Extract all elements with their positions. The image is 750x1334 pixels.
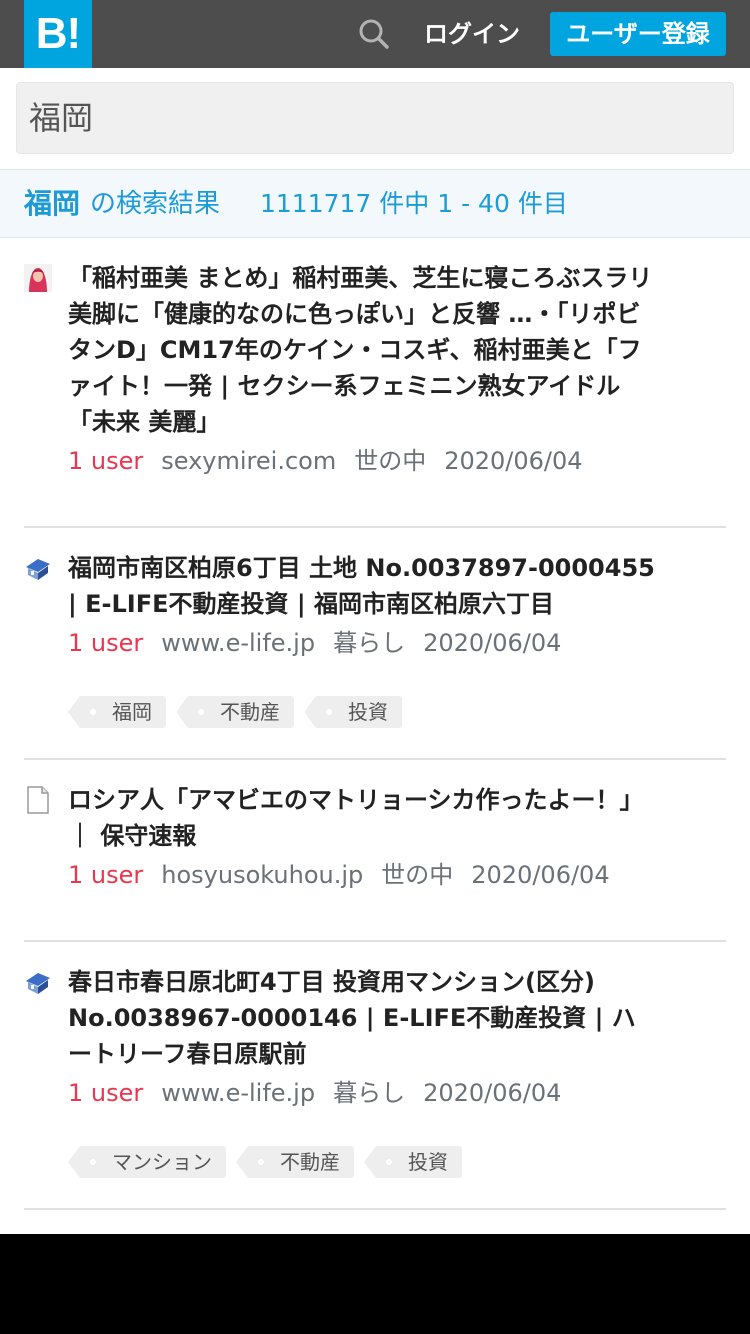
entry-category[interactable]: 世の中 [381, 861, 453, 889]
entry-domain[interactable]: hosyusokuhou.jp [161, 861, 363, 889]
entry-date: 2020/06/04 [471, 861, 610, 889]
entry-date: 2020/06/04 [444, 447, 583, 475]
house-icon [24, 968, 52, 996]
top-header: B! ログイン ユーザー登録 [0, 0, 750, 68]
entry-users[interactable]: 1 user [68, 1079, 143, 1107]
login-link[interactable]: ログイン [424, 18, 520, 50]
entry-item: 春日市春日原北町4丁目 投資用マンション(区分) No.0038967-0000… [24, 942, 726, 1210]
entry-domain[interactable]: sexymirei.com [161, 447, 336, 475]
entry-category[interactable]: 暮らし [333, 629, 405, 657]
entry-users[interactable]: 1 user [68, 861, 143, 889]
entry-title[interactable]: ロシア人「アマビエのマトリョーシカ作ったよー！」 ｜ 保守速報 [68, 782, 658, 854]
document-icon [24, 786, 52, 814]
entry-meta: 1 user hosyusokuhou.jp 世の中 2020/06/04 [68, 859, 610, 891]
entry-date: 2020/06/04 [423, 1079, 562, 1107]
entry-title[interactable]: 福岡市南区柏原6丁目 土地 No.0037897-0000455 | E-LIF… [68, 550, 658, 622]
search-query-label: 福岡 [24, 187, 81, 220]
entry-users[interactable]: 1 user [68, 447, 143, 475]
entry-category[interactable]: 暮らし [333, 1079, 405, 1107]
tag[interactable]: マンション [68, 1146, 226, 1178]
entry-tags: マンション 不動産 投資 [68, 1146, 472, 1178]
entry-date: 2020/06/04 [423, 629, 562, 657]
entry-meta: 1 user www.e-life.jp 暮らし 2020/06/04 [68, 627, 561, 659]
entry-item: 福岡市南区柏原6丁目 土地 No.0037897-0000455 | E-LIF… [24, 528, 726, 760]
tag[interactable]: 福岡 [68, 696, 166, 728]
portrait-icon [24, 264, 52, 292]
tag[interactable]: 不動産 [176, 696, 294, 728]
signup-button[interactable]: ユーザー登録 [550, 12, 726, 56]
entry-domain[interactable]: www.e-life.jp [161, 629, 315, 657]
search-icon[interactable] [356, 16, 392, 52]
entry-meta: 1 user sexymirei.com 世の中 2020/06/04 [68, 445, 583, 477]
entry-item: ロシア人「アマビエのマトリョーシカ作ったよー！」 ｜ 保守速報 1 user ho… [24, 760, 726, 942]
entry-tags: 福岡 不動産 投資 [68, 696, 412, 728]
tag[interactable]: 投資 [364, 1146, 462, 1178]
tag[interactable]: 不動産 [236, 1146, 354, 1178]
entry-title[interactable]: 春日市春日原北町4丁目 投資用マンション(区分) No.0038967-0000… [68, 964, 658, 1072]
entry-meta: 1 user www.e-life.jp 暮らし 2020/06/04 [68, 1077, 561, 1109]
search-result-suffix: の検索結果 [90, 189, 221, 219]
entry-domain[interactable]: www.e-life.jp [161, 1079, 315, 1107]
house-icon [24, 554, 52, 582]
entry-users[interactable]: 1 user [68, 629, 143, 657]
search-result-count: 1111717 件中 1 - 40 件目 [260, 189, 568, 218]
entry-item: 「稲村亜美 まとめ」稲村亜美、芝生に寝ころぶスラリ美脚に「健康的なのに色っぽい」… [24, 238, 726, 528]
hatena-logo[interactable]: B! [24, 0, 92, 68]
entry-title[interactable]: 「稲村亜美 まとめ」稲村亜美、芝生に寝ころぶスラリ美脚に「健康的なのに色っぽい」… [68, 260, 658, 440]
entry-category[interactable]: 世の中 [354, 447, 426, 475]
tag[interactable]: 投資 [304, 696, 402, 728]
app-screen: B! ログイン ユーザー登録 福岡 福岡 の検索結果 1111717 件中 1 … [0, 0, 750, 1234]
search-result-summary: 福岡 の検索結果 1111717 件中 1 - 40 件目 [0, 169, 750, 238]
search-input[interactable]: 福岡 [16, 82, 734, 154]
